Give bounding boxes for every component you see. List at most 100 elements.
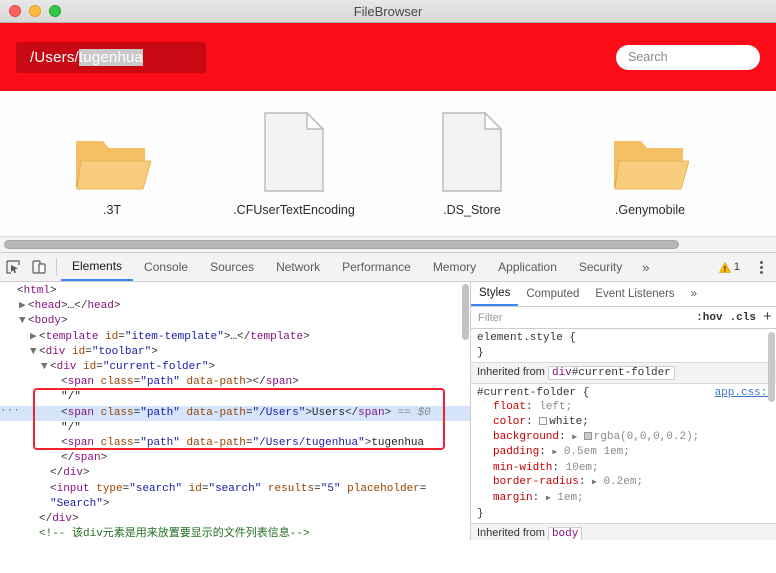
disclosure-triangle-icon[interactable]: ▼ [41,360,50,375]
dom-tree-line[interactable]: </div> [0,512,470,527]
current-folder-path[interactable]: /Users/tugenhua [16,41,206,73]
styles-tab-computed[interactable]: Computed [518,282,587,306]
file-item[interactable]: .Genymobile [570,105,730,217]
dom-tree-line[interactable]: <!-- 该div元素是用来放置要显示的文件列表信息--> [0,527,470,540]
maximize-window-button[interactable] [49,5,61,17]
expand-shorthand-icon[interactable]: ▶ [546,494,551,503]
dom-tree-line[interactable]: ▶ <template id="item-template">…</templat… [0,330,470,345]
dom-tree-line[interactable]: "Search"> [0,497,470,512]
devtools-tab-memory[interactable]: Memory [422,253,487,281]
devtools-menu-button[interactable] [753,260,770,274]
styles-scrollbar[interactable] [768,332,775,402]
disclosure-triangle-icon[interactable] [52,451,61,466]
horizontal-scrollbar[interactable] [0,236,776,252]
css-property-name[interactable]: margin [477,492,533,504]
css-declaration[interactable]: float: left; [477,400,776,415]
warning-badge[interactable]: 1 [718,261,740,273]
search-input[interactable] [616,44,760,70]
css-declaration[interactable]: color: white; [477,415,776,430]
css-declaration[interactable]: margin: ▶ 1em; [477,491,776,507]
expand-shorthand-icon[interactable]: ▶ [552,448,557,457]
css-property-name[interactable]: border-radius [477,476,579,488]
css-property-name[interactable]: min-width [477,462,552,474]
disclosure-triangle-icon[interactable] [30,527,39,540]
dom-tree-line[interactable]: ▼ <div id="toolbar"> [0,345,470,360]
css-property-name[interactable]: color [477,416,526,428]
file-item[interactable]: .DS_Store [392,105,552,217]
disclosure-triangle-icon[interactable] [41,497,50,512]
css-property-value[interactable]: 0.5em 1em; [564,446,630,458]
element-style-rule[interactable]: element.style { } [471,329,776,362]
expand-shorthand-icon[interactable]: ▶ [572,433,577,442]
class-toggle[interactable]: .cls [730,312,756,324]
disclosure-triangle-icon[interactable] [41,466,50,481]
css-rule-current-folder[interactable]: #current-folder { app.css:1 float: left;… [471,384,776,523]
css-declaration[interactable]: background: ▶ rgba(0,0,0,0.2); [477,430,776,446]
inherited-source-chip[interactable]: div#current-folder [547,366,675,381]
css-property-name[interactable]: padding [477,446,539,458]
disclosure-triangle-icon[interactable] [52,436,61,451]
disclosure-triangle-icon[interactable]: ▼ [19,314,28,329]
dom-tree-line[interactable]: <input type="search" id="search" results… [0,482,470,497]
more-tabs-button[interactable]: » [633,253,658,281]
css-property-value[interactable]: 10em; [566,462,599,474]
color-swatch[interactable] [583,431,592,440]
inspect-element-button[interactable] [0,253,26,281]
dom-tree-line[interactable]: "/" [0,390,470,405]
devtools-tab-console[interactable]: Console [133,253,199,281]
disclosure-triangle-icon[interactable] [52,406,61,421]
css-property-value[interactable]: 0.2em; [603,476,643,488]
file-item[interactable]: .CFUserTextEncoding [214,105,374,217]
disclosure-triangle-icon[interactable]: ▶ [30,330,39,345]
scrollbar-thumb[interactable] [4,240,680,249]
disclosure-triangle-icon[interactable]: ▶ [19,299,28,314]
disclosure-triangle-icon[interactable] [52,390,61,405]
dom-tree-line[interactable]: ▼ <div id="current-folder"> [0,360,470,375]
styles-tab-event-listeners[interactable]: Event Listeners [587,282,682,306]
stylesheet-source-link[interactable]: app.css:1 [715,386,774,401]
hover-state-toggle[interactable]: :hov [696,312,722,324]
device-toolbar-button[interactable] [26,253,52,281]
styles-filter-input[interactable] [471,311,697,324]
dom-tree-line[interactable]: </span> [0,451,470,466]
dom-tree-line[interactable]: <span class="path" data-path></span> [0,375,470,390]
css-property-value[interactable]: left; [539,401,572,413]
devtools-tab-sources[interactable]: Sources [199,253,265,281]
disclosure-triangle-icon[interactable] [8,284,17,299]
disclosure-triangle-icon[interactable]: ▼ [30,345,39,360]
css-declaration[interactable]: padding: ▶ 0.5em 1em; [477,445,776,461]
new-style-rule-button[interactable]: + [763,309,772,326]
path-segment-selected[interactable]: tugenhua [78,48,144,66]
css-property-name[interactable]: background [477,431,559,443]
dom-tree-line[interactable]: "/" [0,421,470,436]
css-property-value[interactable]: white; [549,416,589,428]
devtools-tab-security[interactable]: Security [568,253,633,281]
dom-tree-line[interactable]: ▼ <body> [0,314,470,329]
expand-shorthand-icon[interactable]: ▶ [592,478,597,487]
disclosure-triangle-icon[interactable] [41,482,50,497]
dom-tree-line[interactable]: <span class="path" data-path="/Users">Us… [0,404,470,421]
devtools-tab-elements[interactable]: Elements [61,253,134,281]
css-property-value[interactable]: 1em; [557,492,583,504]
disclosure-triangle-icon[interactable] [52,421,61,436]
file-item[interactable]: .3T [32,105,192,217]
css-property-name[interactable]: float [477,401,526,413]
devtools-tab-performance[interactable]: Performance [331,253,422,281]
css-property-value[interactable]: rgba(0,0,0,0.2); [594,431,700,443]
styles-tab-styles[interactable]: Styles [471,282,519,306]
dom-tree-scrollbar[interactable] [462,284,469,340]
color-swatch[interactable] [539,416,548,425]
inherited-source-chip[interactable]: body [547,527,583,540]
disclosure-triangle-icon[interactable] [52,375,61,390]
css-declaration[interactable]: min-width: 10em; [477,461,776,476]
close-window-button[interactable] [9,5,21,17]
dom-tree-line[interactable]: <html> [0,284,470,299]
css-declaration[interactable]: border-radius: ▶ 0.2em; [477,475,776,491]
dom-tree-panel[interactable]: <html> ▶ <head>…</head> ▼ <body> ▶ <template i… [0,282,470,540]
styles-more-button[interactable]: » [683,282,705,306]
dom-tree-line[interactable]: <span class="path" data-path="/Users/tug… [0,436,470,451]
devtools-tab-application[interactable]: Application [487,253,568,281]
minimize-window-button[interactable] [29,5,41,17]
dom-tree-line[interactable]: ▶ <head>…</head> [0,299,470,314]
devtools-tab-network[interactable]: Network [265,253,331,281]
